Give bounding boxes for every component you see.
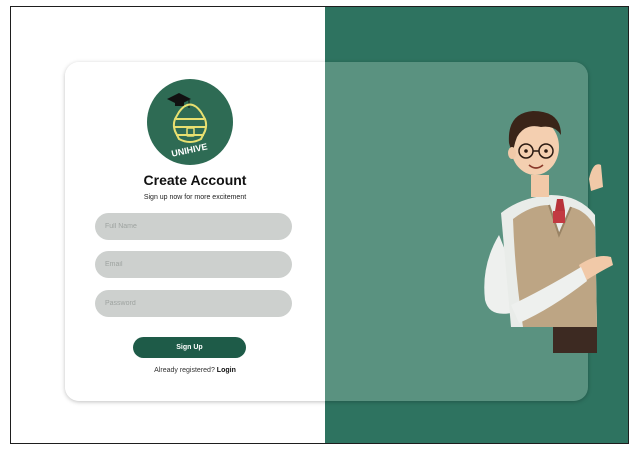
- password-field[interactable]: [95, 290, 292, 317]
- page-subtitle: Sign up now for more excitement: [143, 194, 247, 201]
- full-name-field[interactable]: [95, 213, 292, 240]
- unihive-logo: UNIHIVE: [147, 79, 233, 165]
- email-field[interactable]: [95, 251, 292, 278]
- form-panel: UNIHIVE Create Account Sign up now for m…: [65, 62, 325, 401]
- app-frame: UNIHIVE Create Account Sign up now for m…: [10, 6, 629, 444]
- sign-up-button[interactable]: Sign Up: [133, 337, 246, 358]
- page-title: Create Account: [143, 172, 247, 188]
- login-prompt-text: Already registered?: [154, 367, 215, 374]
- login-prompt-row: Already registered? Login: [65, 367, 325, 374]
- svg-text:UNIHIVE: UNIHIVE: [170, 141, 208, 158]
- student-pointing-illustration: [484, 111, 613, 353]
- beehive-graduation-cap-icon: UNIHIVE: [167, 93, 208, 159]
- login-link[interactable]: Login: [217, 367, 236, 374]
